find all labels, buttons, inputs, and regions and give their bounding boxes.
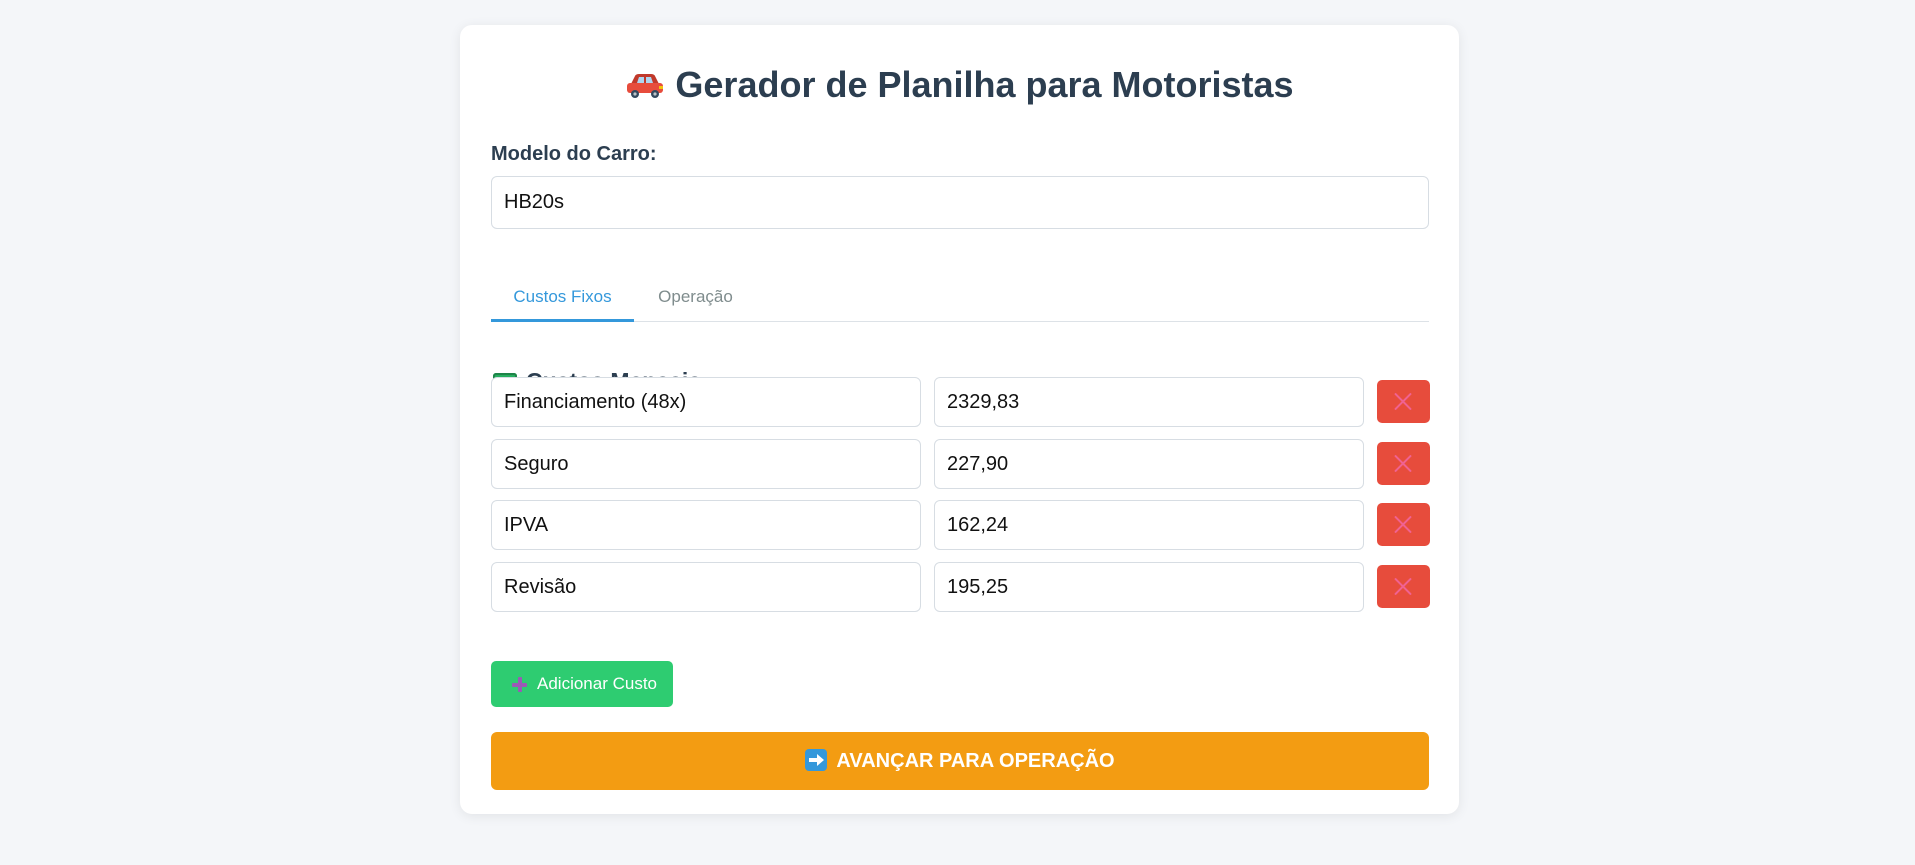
- advance-to-operation-button[interactable]: AVANÇAR PARA OPERAÇÃO: [491, 732, 1429, 790]
- advance-label: AVANÇAR PARA OPERAÇÃO: [836, 750, 1115, 772]
- tab-operation[interactable]: Operação: [634, 275, 757, 320]
- cost-value-input[interactable]: [934, 500, 1364, 550]
- close-icon: [1394, 577, 1413, 596]
- cost-name-input[interactable]: [491, 562, 921, 612]
- cost-name-input[interactable]: [491, 377, 921, 427]
- delete-cost-button[interactable]: [1377, 380, 1430, 423]
- cost-name-input[interactable]: [491, 500, 921, 550]
- form-card: Gerador de Planilha para Motoristas Mode…: [460, 25, 1459, 814]
- delete-cost-button[interactable]: [1377, 503, 1430, 546]
- add-cost-label: Adicionar Custo: [537, 674, 658, 693]
- arrow-right-icon: [805, 749, 828, 771]
- cost-row: [491, 439, 1430, 489]
- delete-cost-button[interactable]: [1377, 565, 1430, 608]
- car-model-input[interactable]: [491, 176, 1429, 229]
- cost-row: [491, 500, 1430, 550]
- cost-row: [491, 377, 1430, 427]
- cost-value-input[interactable]: [934, 562, 1364, 612]
- tab-fixed-costs[interactable]: Custos Fixos: [491, 275, 634, 322]
- page-title-text: Gerador de Planilha para Motoristas: [675, 64, 1294, 105]
- cost-value-input[interactable]: [934, 439, 1364, 489]
- delete-cost-button[interactable]: [1377, 442, 1430, 485]
- car-icon: [627, 74, 664, 98]
- add-cost-button[interactable]: Adicionar Custo: [491, 661, 673, 707]
- tab-bar: Custos Fixos Operação: [491, 275, 1429, 322]
- cost-row: [491, 562, 1430, 612]
- cost-value-input[interactable]: [934, 377, 1364, 427]
- plus-icon: [512, 677, 527, 692]
- page-title: Gerador de Planilha para Motoristas: [460, 63, 1459, 106]
- close-icon: [1394, 515, 1413, 534]
- close-icon: [1394, 392, 1413, 411]
- cost-name-input[interactable]: [491, 439, 921, 489]
- car-model-label: Modelo do Carro:: [491, 143, 657, 165]
- close-icon: [1394, 454, 1413, 473]
